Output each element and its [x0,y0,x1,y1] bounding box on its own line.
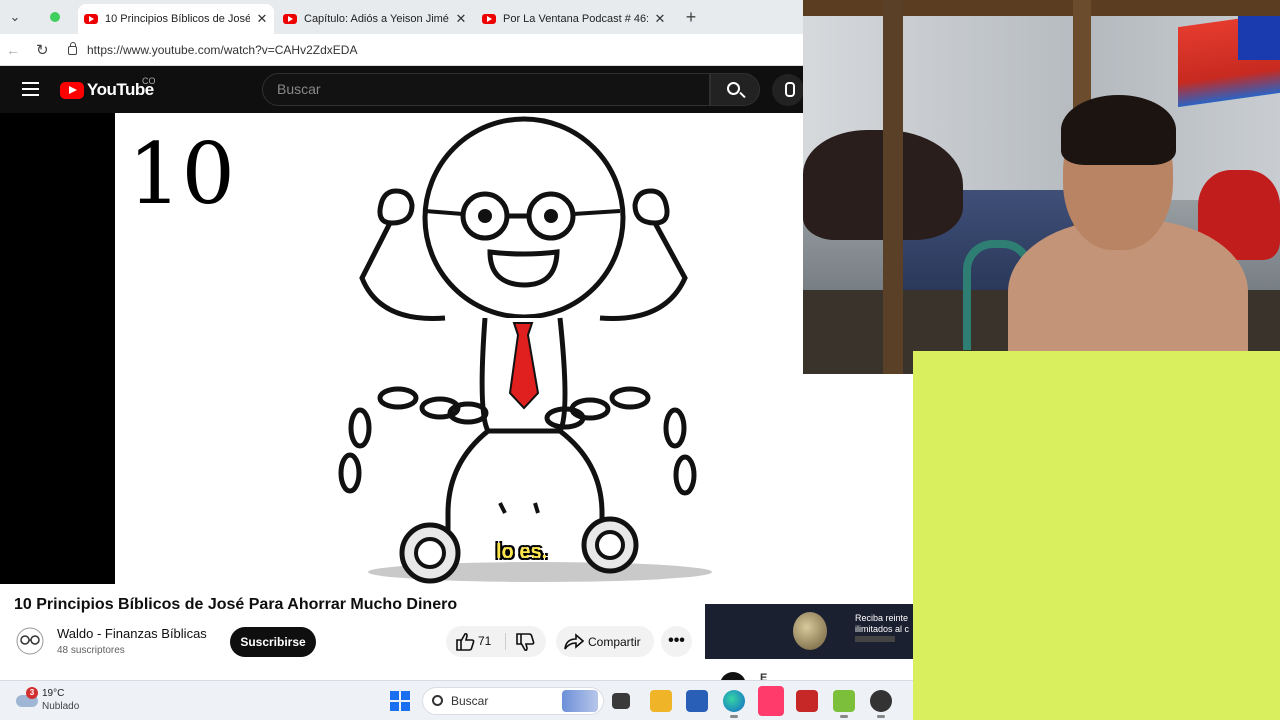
share-arrow-icon [564,633,584,650]
notification-badge: 3 [26,687,38,699]
edge-browser-icon[interactable] [723,690,745,712]
tab-active[interactable]: 10 Principios Bíblicos de José Para ✕ [78,4,274,34]
windows-start-icon[interactable] [390,691,410,711]
subscriber-count: 48 suscriptores [57,645,125,656]
address-bar: ← ↻ https://www.youtube.com/watch?v=CAHv… [0,34,803,66]
youtube-favicon-icon [283,14,297,24]
taskbar-search-placeholder: Buscar [451,694,489,708]
reload-icon[interactable]: ↻ [36,41,49,59]
terminal-icon[interactable] [612,693,630,709]
webcam-person-hair [1061,95,1176,165]
tab-title: Capítulo: Adiós a Yeison Jiménez, c [304,13,449,25]
youtube-favicon-icon [84,14,98,24]
weather-condition: Nublado [42,701,80,712]
share-label: Compartir [588,635,641,649]
channel-name[interactable]: Waldo - Finanzas Bíblicas [57,626,207,641]
store-icon[interactable] [686,690,708,712]
widget-thumbnail-icon[interactable] [562,690,598,712]
microphone-icon[interactable] [772,74,804,106]
cartoon-character-illustration [338,116,712,584]
search-icon [432,695,443,706]
webcam-bunk-rail [803,0,1280,16]
thumbs-down-icon[interactable] [515,633,535,652]
ad-text-line: Reciba reinte [855,613,909,623]
video-title: 10 Principios Bíblicos de José Para Ahor… [14,596,458,613]
temperature: 19°C [42,688,65,699]
thumbs-up-icon[interactable] [455,632,475,651]
tab-title: Por La Ventana Podcast # 46: Yeiso [503,13,648,25]
taskbar: 3 19°C Nublado Buscar [0,680,913,720]
hamburger-menu-icon[interactable] [22,82,39,96]
lock-icon [68,41,77,55]
new-tab-plus-icon[interactable]: + [681,6,701,28]
tab-list-chevron-icon[interactable]: ⌄ [4,7,26,27]
ad-banner[interactable]: Reciba reinte ilimitados al c [705,604,913,659]
browser-tab-strip: ⌄ 10 Principios Bíblicos de José Para ✕ … [0,0,803,34]
ad-sponsor-row: E [705,659,913,698]
video-player[interactable]: 10 lo es. [0,113,803,584]
webcam-bedpost [883,0,903,374]
active-indicator [840,715,848,718]
youtube-favicon-icon [482,14,496,24]
letterbox-bar [0,113,115,584]
ad-text-line: ilimitados al c [855,624,910,634]
search-input[interactable]: Buscar [262,73,710,106]
url-text: https://www.youtube.com/watch?v=CAHv2Zdx… [87,43,358,57]
whatsapp-icon [50,12,60,22]
divider [505,633,506,650]
whatsapp-tab-icon[interactable] [44,7,68,27]
video-subtitle: lo es. [496,541,548,563]
tab[interactable]: Por La Ventana Podcast # 46: Yeiso ✕ [476,4,672,34]
close-icon[interactable]: ✕ [256,11,268,27]
video-overlay-number: 10 [128,125,235,223]
tab[interactable]: Capítulo: Adiós a Yeison Jiménez, c ✕ [277,4,473,34]
active-indicator [730,715,738,718]
weather-widget[interactable]: 3 [16,687,40,709]
app-icon[interactable] [833,690,855,712]
close-icon[interactable]: ✕ [455,11,467,27]
youtube-logo[interactable]: YouTube CO [60,76,156,100]
active-indicator [877,715,885,718]
like-count: 71 [478,634,492,648]
green-screen-area [913,351,1280,720]
close-icon[interactable]: ✕ [654,11,666,27]
subscribe-button[interactable]: Suscribirse [230,627,316,657]
coin-image [793,612,827,650]
channel-avatar[interactable] [14,627,46,655]
app-icon[interactable] [796,690,818,712]
app-icon[interactable] [870,690,892,712]
url-field[interactable]: https://www.youtube.com/watch?v=CAHv2Zdx… [62,39,792,61]
country-code: CO [142,76,156,86]
ad-text: Reciba reinte ilimitados al c [855,613,909,635]
share-button[interactable]: Compartir [556,626,654,657]
back-arrow-icon[interactable]: ← [6,42,20,58]
more-actions-button[interactable]: ••• [661,626,692,657]
file-explorer-icon[interactable] [650,690,672,712]
webcam-overlay [803,0,1280,374]
youtube-header: YouTube CO Buscar [0,66,804,113]
tab-title: 10 Principios Bíblicos de José Para [105,13,250,25]
app-store-badges [855,636,895,642]
tiktok-icon[interactable] [758,686,784,716]
like-dislike-group: 71 [446,626,546,657]
search-button[interactable] [710,73,760,106]
youtube-play-icon [60,81,84,99]
search-icon [727,82,740,95]
